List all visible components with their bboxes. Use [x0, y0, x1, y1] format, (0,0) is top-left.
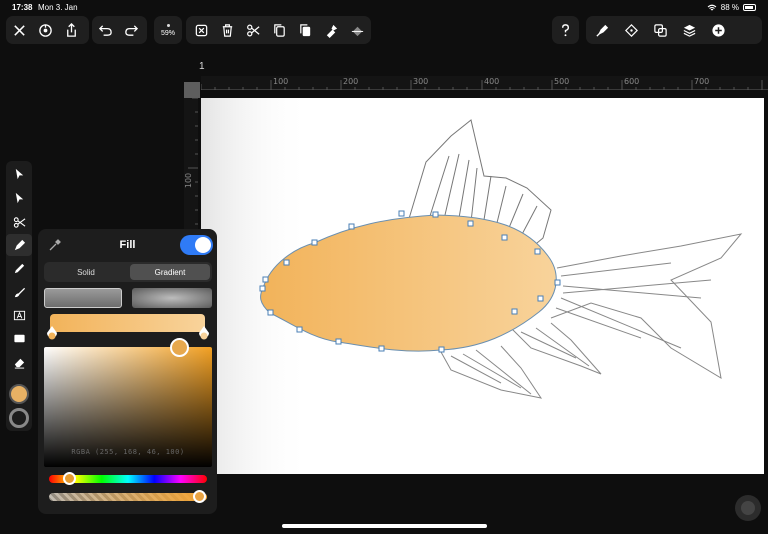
ruler-label: 200 — [343, 77, 359, 86]
share-icon[interactable] — [58, 16, 84, 44]
redo-icon[interactable] — [118, 16, 144, 44]
battery-icon — [743, 4, 756, 11]
close-icon[interactable] — [6, 16, 32, 44]
style-paste-icon[interactable] — [318, 16, 344, 44]
select-box-icon[interactable] — [188, 16, 214, 44]
fish-drawing — [201, 98, 743, 474]
scissors-tool-icon[interactable] — [6, 211, 32, 233]
toolbar-help-group — [552, 16, 579, 44]
assistive-touch-button[interactable] — [735, 495, 761, 521]
zoom-level: 59% — [160, 29, 175, 37]
direct-select-icon[interactable] — [6, 187, 32, 209]
ruler-label: 100 — [184, 172, 194, 189]
rectangle-icon[interactable] — [6, 327, 32, 349]
ruler-origin-marker[interactable] — [184, 82, 200, 98]
ruler-label: 400 — [484, 77, 500, 86]
copy-icon[interactable] — [266, 16, 292, 44]
fill-toggle[interactable] — [180, 235, 213, 255]
gradient-stop-end[interactable] — [197, 325, 211, 343]
battery-label: 88 % — [720, 3, 739, 12]
settings-icon[interactable] — [32, 16, 58, 44]
fill-color-well[interactable] — [9, 384, 29, 404]
toolbar-history-group — [92, 16, 147, 44]
opacity-slider-knob[interactable] — [193, 490, 206, 503]
mode-solid[interactable]: Solid — [46, 264, 126, 280]
brush-icon[interactable] — [6, 281, 32, 303]
mode-gradient[interactable]: Gradient — [130, 264, 210, 280]
fill-panel: Fill Solid Gradient RGBA (255, 168, 46, … — [38, 229, 217, 514]
status-right: 88 % — [707, 3, 756, 12]
ruler-label: 700 — [694, 77, 710, 86]
linear-gradient-swatch[interactable] — [44, 288, 122, 308]
pencil-icon[interactable] — [6, 257, 32, 279]
toolbar-edit-group — [186, 16, 371, 44]
help-icon[interactable] — [552, 16, 578, 44]
paste-icon[interactable] — [292, 16, 318, 44]
status-date: Mon 3. Jan — [38, 3, 78, 12]
gradient-stop-start[interactable] — [45, 325, 59, 343]
pen-tool-icon[interactable] — [589, 16, 615, 44]
boolean-icon[interactable] — [647, 16, 673, 44]
stroke-color-well[interactable] — [9, 408, 29, 428]
layers-icon[interactable] — [676, 16, 702, 44]
add-icon[interactable] — [705, 16, 731, 44]
ruler-label: 100 — [273, 77, 289, 86]
undo-icon[interactable] — [92, 16, 118, 44]
toolbar-tools-group — [586, 16, 762, 44]
ruler-label: 500 — [554, 77, 570, 86]
fill-mode-control: Solid Gradient — [44, 262, 212, 282]
color-picker-knob[interactable] — [170, 338, 189, 357]
pen-icon[interactable] — [6, 234, 32, 256]
status-time: 17:38 — [12, 3, 33, 12]
scissors-icon[interactable] — [240, 16, 266, 44]
zoom-button[interactable]: 59% — [154, 16, 182, 44]
ruler-label: 300 — [413, 77, 429, 86]
toolbar-zoom-group: 59% — [154, 16, 182, 44]
eraser-icon[interactable] — [6, 351, 32, 373]
rgba-readout: RGBA (255, 168, 46, 100) — [71, 448, 185, 456]
text-icon[interactable] — [6, 304, 32, 326]
ruler-top: 100 200 300 400 500 600 700 — [201, 76, 768, 90]
home-indicator[interactable] — [282, 524, 487, 528]
transform-icon[interactable] — [618, 16, 644, 44]
gradient-bar[interactable] — [50, 314, 205, 332]
toolbar-file-group — [6, 16, 89, 44]
ruler-label: 600 — [624, 77, 640, 86]
opacity-slider[interactable] — [49, 493, 207, 501]
fill-icon[interactable] — [344, 16, 370, 44]
artboard-canvas[interactable] — [201, 98, 764, 474]
status-bar: 17:38 Mon 3. Jan 88 % — [0, 0, 768, 16]
wifi-icon — [707, 4, 717, 10]
trash-icon[interactable] — [214, 16, 240, 44]
page-number: 1 — [199, 61, 205, 72]
tail-fin-sketch — [550, 233, 743, 379]
radial-gradient-swatch[interactable] — [132, 288, 212, 308]
zoom-dot-icon — [166, 23, 170, 27]
select-icon[interactable] — [6, 163, 32, 185]
hue-slider-knob[interactable] — [63, 472, 76, 485]
